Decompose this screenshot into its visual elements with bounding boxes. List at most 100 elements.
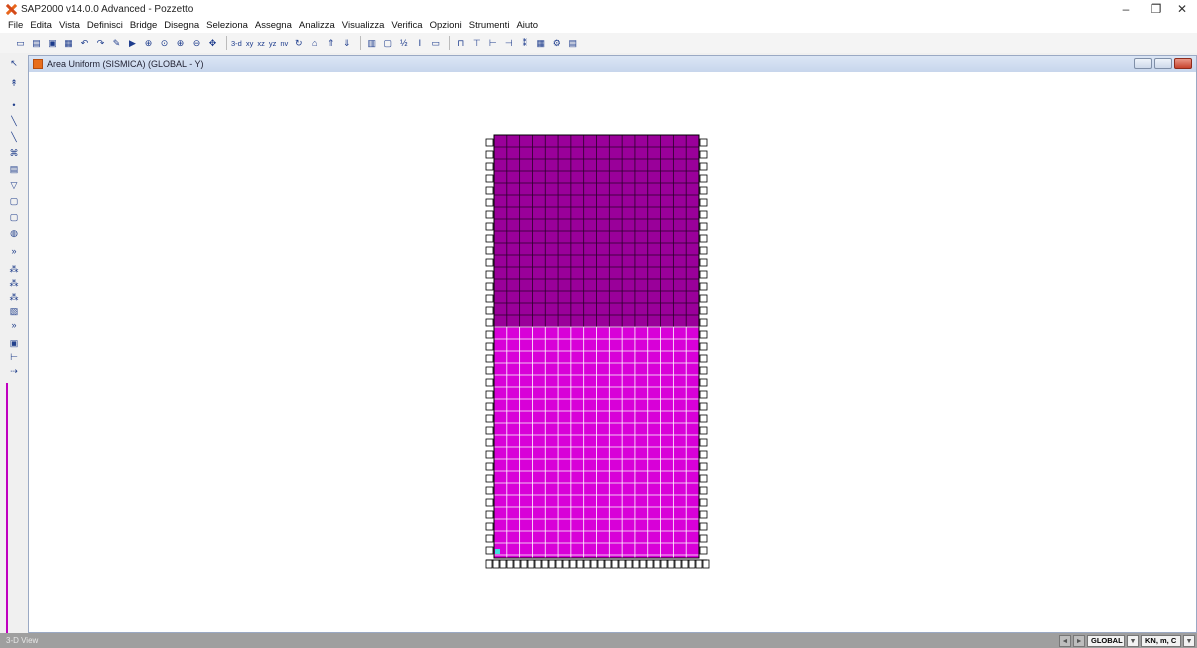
right-edge-support <box>699 534 708 543</box>
open-icon[interactable]: ▤ <box>30 37 43 50</box>
view-xz-button[interactable]: xz <box>257 39 265 48</box>
lock-icon[interactable]: ✎ <box>110 37 123 50</box>
units-select[interactable]: KN, m, C <box>1141 634 1181 647</box>
zoom-out-icon[interactable]: ⊖ <box>190 37 203 50</box>
draw-more-icon[interactable]: » <box>8 245 20 257</box>
menu-analizza[interactable]: Analizza <box>299 20 335 31</box>
bottom-support <box>660 559 668 569</box>
menu-opzioni[interactable]: Opzioni <box>430 20 462 31</box>
menu-strumenti[interactable]: Strumenti <box>469 20 510 31</box>
design-icon[interactable]: ⚙ <box>550 37 563 50</box>
status-prev-button[interactable]: ◂ <box>1059 634 1071 647</box>
rubber-band-zoom-icon[interactable]: ⊕ <box>142 37 155 50</box>
left-edge-support <box>485 450 494 459</box>
show-forces-icon[interactable]: ▭ <box>429 37 442 50</box>
get-previous-selection-icon[interactable]: ⁂ <box>8 277 20 289</box>
menu-visualizza[interactable]: Visualizza <box>342 20 385 31</box>
redo-icon[interactable]: ↷ <box>94 37 107 50</box>
show-undeformed-icon[interactable]: ▢ <box>381 37 394 50</box>
joint-restraint-icon[interactable]: ⊢ <box>486 37 499 50</box>
show-loads-icon[interactable]: ½ <box>397 37 410 50</box>
move-up-icon[interactable]: ⇑ <box>324 37 337 50</box>
quick-draw-frame-icon[interactable]: ╲ <box>8 131 20 143</box>
pan-icon[interactable]: ✥ <box>206 37 219 50</box>
display-options-icon[interactable]: ▥ <box>365 37 378 50</box>
snap-points-icon[interactable]: ▣ <box>8 337 20 349</box>
rotate-view-icon[interactable]: ↻ <box>292 37 305 50</box>
select-more-icon[interactable]: » <box>8 319 20 331</box>
menu-seleziona[interactable]: Seleziona <box>206 20 248 31</box>
draw-link-icon[interactable]: ▤ <box>8 163 20 175</box>
reshaper-icon[interactable]: ↟ <box>8 77 20 89</box>
left-edge-support <box>485 534 494 543</box>
output-icon[interactable]: ▤ <box>566 37 579 50</box>
pointer-icon[interactable]: ↖ <box>8 57 20 69</box>
draw-frame-icon[interactable]: ╲ <box>8 115 20 127</box>
coord-system-select[interactable]: GLOBAL <box>1087 634 1125 647</box>
table-icon[interactable]: ▦ <box>534 37 547 50</box>
run-analysis-icon[interactable]: ▶ <box>126 37 139 50</box>
new-model-icon[interactable]: ▭ <box>14 37 27 50</box>
coord-system-dropdown-icon[interactable]: ▾ <box>1127 634 1139 647</box>
right-edge-support <box>699 258 708 267</box>
main-toolbar: ▭ ▤ ▣ ▦ ↶ ↷ ✎ ▶ ⊕ ⊙ ⊕ ⊖ ✥ 3-d xy xz yz n… <box>0 33 1197 53</box>
restore-view-icon[interactable]: ⊙ <box>158 37 171 50</box>
clear-selection-icon[interactable]: ⁂ <box>8 291 20 303</box>
right-edge-support <box>699 522 708 531</box>
frame-section-icon[interactable]: ⊓ <box>454 37 467 50</box>
assign-stats-icon[interactable]: ⁑ <box>518 37 531 50</box>
menu-vista[interactable]: Vista <box>59 20 80 31</box>
menu-verifica[interactable]: Verifica <box>391 20 422 31</box>
view-restore-button[interactable] <box>1154 58 1172 69</box>
menu-assegna[interactable]: Assegna <box>255 20 292 31</box>
right-edge-support <box>699 222 708 231</box>
perspective-icon[interactable]: ⌂ <box>308 37 321 50</box>
model-canvas[interactable]: -34.1-31.7-29.3-26.9-24.5-22.1-19.7-17.3… <box>29 72 1196 632</box>
bottom-support <box>534 559 542 569</box>
right-edge-support <box>699 210 708 219</box>
bottom-support <box>611 559 619 569</box>
units-dropdown-icon[interactable]: ▾ <box>1183 634 1195 647</box>
menu-disegna[interactable]: Disegna <box>164 20 199 31</box>
intersecting-line-icon[interactable]: ▧ <box>8 305 20 317</box>
draw-joint-icon[interactable]: • <box>8 99 20 111</box>
view-xy-button[interactable]: xy <box>246 39 254 48</box>
view-yz-button[interactable]: yz <box>269 39 277 48</box>
bottom-support <box>513 559 521 569</box>
save-icon[interactable]: ▣ <box>46 37 59 50</box>
status-next-button[interactable]: ▸ <box>1073 634 1085 647</box>
view-window-icon <box>33 59 43 69</box>
menu-definisci[interactable]: Definisci <box>87 20 123 31</box>
snap-intersections-icon[interactable]: ⇢ <box>8 365 20 377</box>
right-edge-support <box>699 198 708 207</box>
move-down-icon[interactable]: ⇓ <box>340 37 353 50</box>
draw-poly-area-icon[interactable]: ▽ <box>8 179 20 191</box>
menu-bridge[interactable]: Bridge <box>130 20 157 31</box>
select-all-icon[interactable]: ⁂ <box>8 263 20 275</box>
right-edge-support <box>699 366 708 375</box>
close-button[interactable]: ✕ <box>1167 0 1197 18</box>
print-icon[interactable]: ▦ <box>62 37 75 50</box>
menu-edita[interactable]: Edita <box>30 20 52 31</box>
draw-solid-icon[interactable]: ◍ <box>8 227 20 239</box>
menu-aiuto[interactable]: Aiuto <box>516 20 538 31</box>
show-deformed-icon[interactable]: Ⅰ <box>413 37 426 50</box>
quick-draw-area-icon[interactable]: ▢ <box>8 211 20 223</box>
view-close-button[interactable] <box>1174 58 1192 69</box>
snap-ends-icon[interactable]: ⊢ <box>8 351 20 363</box>
menu-file[interactable]: File <box>8 20 23 31</box>
quick-draw-braces-icon[interactable]: ⌘ <box>8 147 20 159</box>
joint-load-icon[interactable]: ⊣ <box>502 37 515 50</box>
frame-release-icon[interactable]: ⊤ <box>470 37 483 50</box>
minimize-button[interactable]: – <box>1111 0 1141 18</box>
undo-icon[interactable]: ↶ <box>78 37 91 50</box>
model-drawing <box>485 134 710 569</box>
right-edge-support <box>699 486 708 495</box>
view-minimize-button[interactable] <box>1134 58 1152 69</box>
draw-rect-area-icon[interactable]: ▢ <box>8 195 20 207</box>
view-nv-button[interactable]: nv <box>280 39 288 48</box>
zoom-in-icon[interactable]: ⊕ <box>174 37 187 50</box>
view-3d-button[interactable]: 3-d <box>231 39 242 48</box>
corner-marker <box>495 549 500 554</box>
view-window[interactable]: Area Uniform (SISMICA) (GLOBAL - Y) -34.… <box>28 55 1197 633</box>
